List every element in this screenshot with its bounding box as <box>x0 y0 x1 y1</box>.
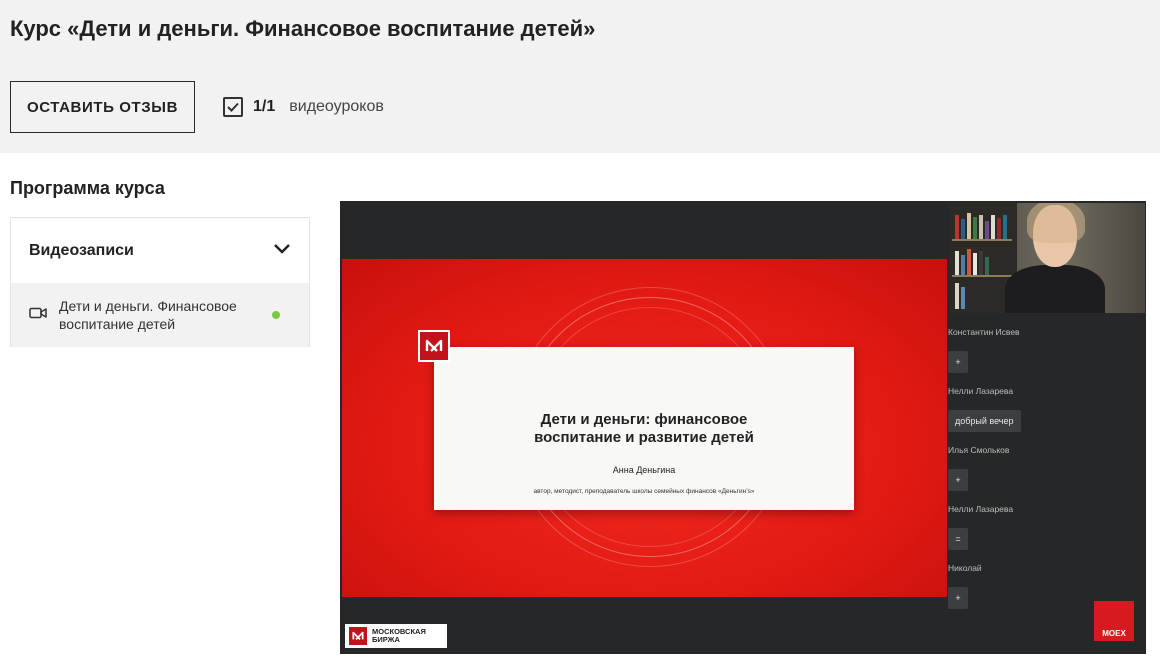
accordion-header-videos[interactable]: Видеозаписи <box>11 218 309 283</box>
chat-message: + <box>948 587 968 609</box>
accordion-header-label: Видеозаписи <box>29 241 134 259</box>
leave-review-button[interactable]: ОСТАВИТЬ ОТЗЫВ <box>10 81 195 133</box>
moscow-exchange-logo: МОСКОВСКАЯ БИРЖА <box>345 624 447 648</box>
moex-mark-icon <box>349 627 367 645</box>
video-camera-icon <box>29 306 47 324</box>
chat-author: Нелли Лазарева <box>948 504 1014 514</box>
chat-author: Нелли Лазарева <box>948 386 1014 396</box>
program-title: Программа курса <box>10 178 165 198</box>
course-title: Курс «Дети и деньги. Финансовое воспитан… <box>10 16 596 41</box>
presentation-slide: Дети и деньги: финансовое воспитание и р… <box>342 259 947 597</box>
chat-message: добрый вечер <box>948 410 1021 432</box>
chat-message: + <box>948 469 968 491</box>
checkbox-icon <box>223 97 243 117</box>
program-accordion: Видеозаписи Дети и деньги. Финансовое во… <box>10 217 310 347</box>
moex-corner-text: MOEX <box>1102 629 1126 638</box>
moscow-exchange-wordmark: МОСКОВСКАЯ БИРЖА <box>372 628 426 644</box>
progress-unit: видеоуроков <box>289 98 384 115</box>
wordmark-line2: БИРЖА <box>372 635 400 644</box>
chat-message: = <box>948 528 968 550</box>
slide-heading: Дети и деньги: финансовое воспитание и р… <box>434 411 854 447</box>
progress-indicator: 1/1 видеоуроков <box>223 97 384 117</box>
chat-message: + <box>948 351 968 373</box>
video-player[interactable]: Дети и деньги: финансовое воспитание и р… <box>340 201 1146 654</box>
moex-logo-icon <box>418 330 450 362</box>
chat-author: Константин Исвев <box>948 327 1020 337</box>
chevron-down-icon <box>273 242 291 260</box>
slide-heading-line1: Дети и деньги: финансовое <box>540 411 748 428</box>
slide-title-card: Дети и деньги: финансовое воспитание и р… <box>434 347 854 510</box>
course-header: Курс «Дети и деньги. Финансовое воспитан… <box>0 0 1160 153</box>
moex-corner-logo: MOEX <box>1094 601 1134 641</box>
watched-status-dot <box>272 311 280 319</box>
slide-heading-line2: воспитание и развитие детей <box>534 429 754 446</box>
speaker-webcam <box>949 203 1145 313</box>
chat-author: Николай <box>948 563 982 573</box>
chat-author: Илья Смольков <box>948 445 1010 455</box>
lesson-item-label: Дети и деньги. Финансовое воспитание дет… <box>59 298 237 332</box>
progress-count: 1/1 <box>253 98 276 115</box>
lesson-item[interactable]: Дети и деньги. Финансовое воспитание дет… <box>11 283 309 347</box>
speaker-body <box>1005 265 1105 313</box>
speaker-hair <box>1027 203 1085 243</box>
slide-author: Анна Деньгина <box>612 465 676 475</box>
slide-author-role: автор, методист, преподаватель школы сем… <box>533 488 755 495</box>
